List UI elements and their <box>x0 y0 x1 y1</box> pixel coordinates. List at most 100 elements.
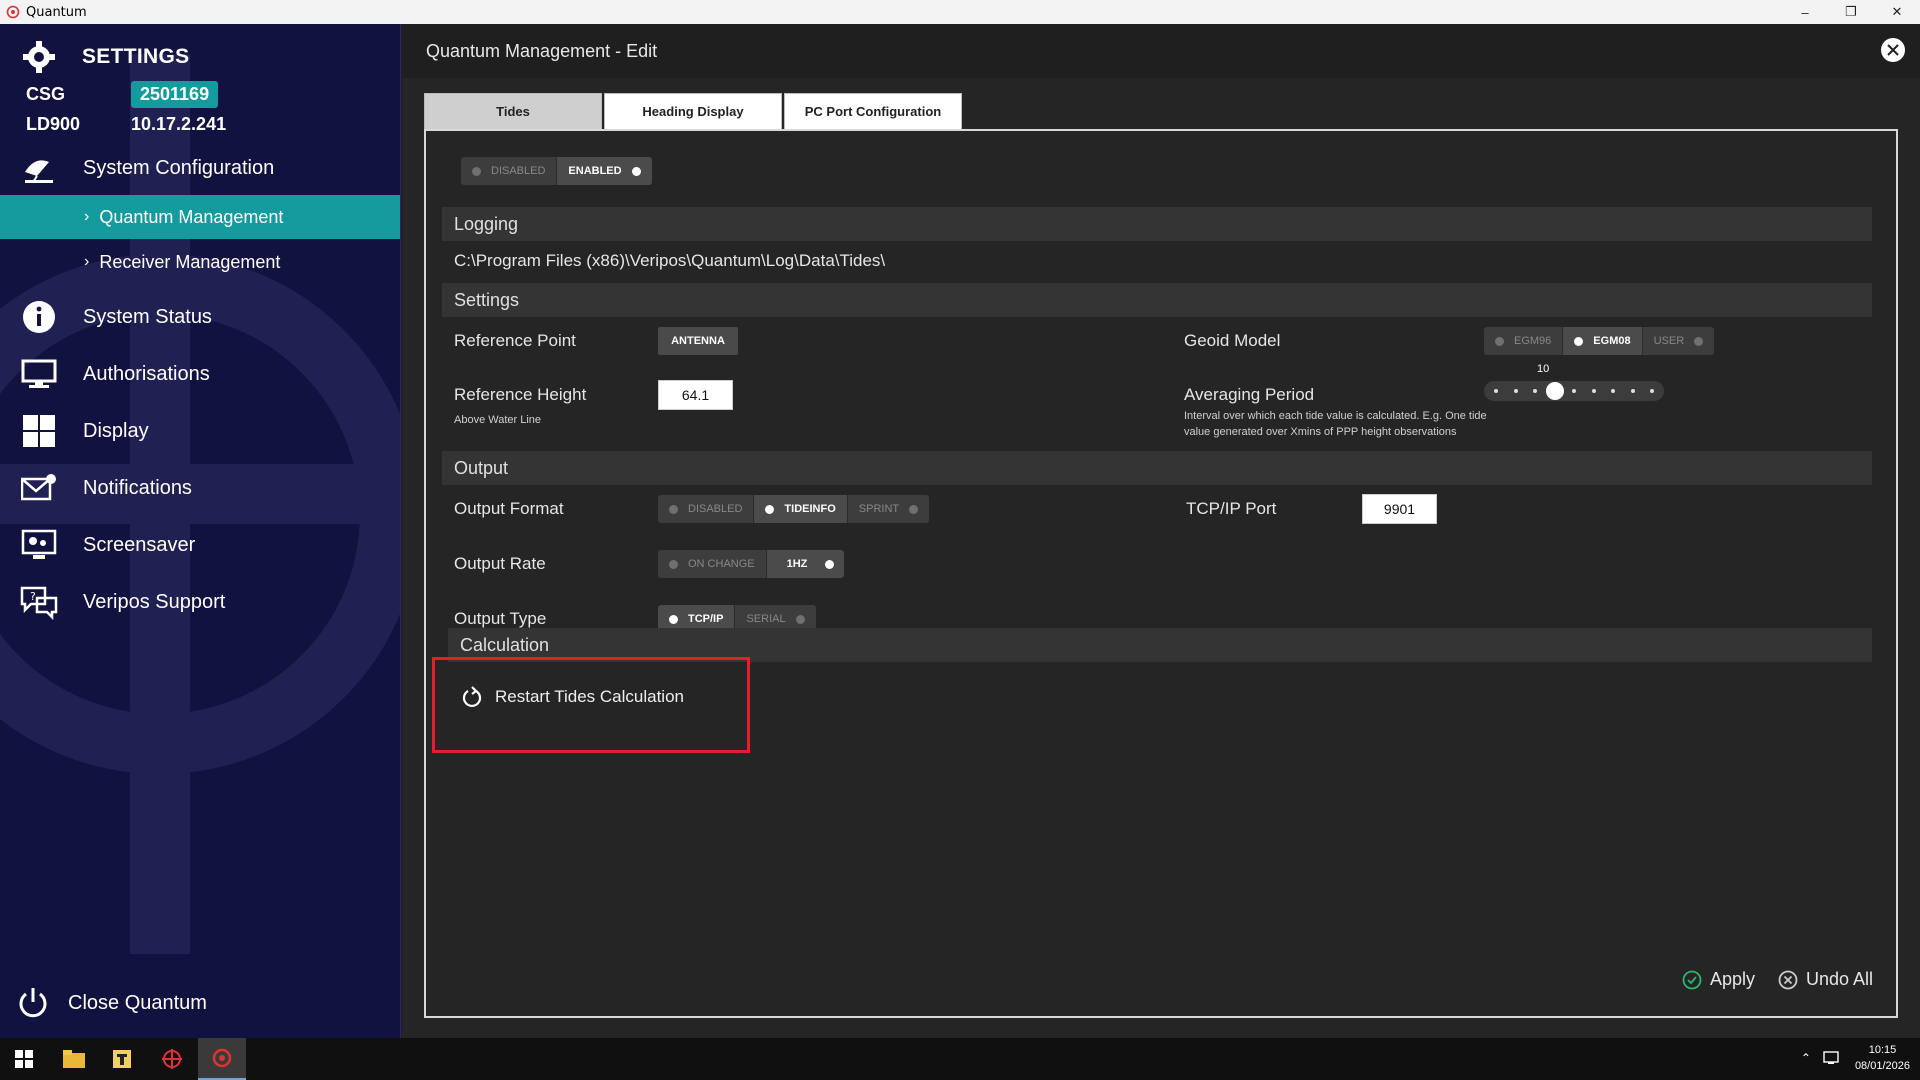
sidebar-item-veripos-support[interactable]: ? Veripos Support <box>0 579 400 625</box>
slider-step <box>1533 389 1537 393</box>
output-format-toggle[interactable]: DISABLED TIDEINFO SPRINT <box>658 495 930 523</box>
main-header: Quantum Management - Edit <box>402 24 1920 78</box>
sidebar-item-system-configuration[interactable]: System Configuration <box>0 145 400 191</box>
toggle-disabled-option[interactable]: DISABLED <box>461 157 558 185</box>
toggle-disabled-label: DISABLED <box>491 165 546 177</box>
sidebar-subitem-label: Receiver Management <box>99 251 281 272</box>
format-sprint-option[interactable]: SPRINT <box>847 495 930 523</box>
restart-tides-calculation-button[interactable]: Restart Tides Calculation <box>461 686 684 708</box>
reference-height-label: Reference Height <box>454 385 587 404</box>
format-disabled-option[interactable]: DISABLED <box>658 495 755 523</box>
sidebar-item-quantum-management[interactable]: › Quantum Management <box>0 195 400 239</box>
output-rate-label: Output Rate <box>454 554 546 573</box>
type-option-label: TCP/IP <box>688 613 724 625</box>
output-format-label: Output Format <box>454 499 564 518</box>
close-quantum-label: Close Quantum <box>68 991 207 1014</box>
windows-start-icon[interactable] <box>0 1038 48 1080</box>
radio-dot <box>631 166 641 176</box>
sidebar-item-display[interactable]: Display <box>0 408 400 454</box>
window-close-button[interactable]: ✕ <box>1874 0 1920 24</box>
rate-1hz-option[interactable]: 1HZ <box>766 550 845 578</box>
apply-label: Apply <box>1710 969 1756 989</box>
window-titlebar: Quantum – ❐ ✕ <box>0 0 1920 24</box>
averaging-period-slider[interactable] <box>1484 381 1664 401</box>
radio-dot <box>669 614 678 624</box>
radio-dot <box>472 166 481 176</box>
reference-height-input[interactable]: 64.1 <box>658 380 733 410</box>
reference-point-button[interactable]: ANTENNA <box>658 327 738 355</box>
windows-grid-icon <box>19 411 59 451</box>
sidebar-item-screensaver[interactable]: Screensaver <box>0 522 400 568</box>
format-tideinfo-option[interactable]: TIDEINFO <box>754 495 848 523</box>
calculation-section-title: Calculation <box>460 634 550 655</box>
cancel-circle-icon <box>1778 970 1798 989</box>
toggle-enabled-option[interactable]: ENABLED <box>557 157 652 185</box>
network-icon[interactable] <box>1823 1050 1841 1066</box>
tcp-ip-port-input[interactable]: 9901 <box>1362 494 1437 524</box>
tab-tides[interactable]: Tides <box>424 93 602 129</box>
clock-time: 10:15 <box>1868 1044 1897 1056</box>
sidebar-item-system-status[interactable]: System Status <box>0 294 400 340</box>
gear-icon <box>23 41 55 73</box>
sidebar-item-receiver-management[interactable]: › Receiver Management <box>0 240 400 284</box>
averaging-period-value: 10 <box>1537 363 1550 375</box>
restore-button[interactable]: ❐ <box>1828 0 1874 24</box>
radio-dot <box>909 504 919 514</box>
envelope-icon <box>19 468 59 508</box>
slider-thumb[interactable] <box>1545 382 1564 400</box>
ld-label: LD900 <box>26 114 81 134</box>
rate-option-label: 1HZ <box>786 558 808 570</box>
tcp-ip-port-label: TCP/IP Port <box>1186 499 1277 518</box>
quantum-app-icon <box>6 5 20 19</box>
output-rate-toggle[interactable]: ON CHANGE 1HZ <box>658 550 845 578</box>
tab-pc-port-configuration[interactable]: PC Port Configuration <box>784 93 962 129</box>
system-tray: ⌃ 10:15 08/01/2026 <box>1801 1042 1910 1074</box>
apply-button[interactable]: Apply <box>1682 969 1755 990</box>
support-chat-icon: ? <box>19 582 59 622</box>
taskbar: ⌃ 10:15 08/01/2026 <box>0 1038 1920 1080</box>
sidebar-item-label: System Status <box>83 305 212 328</box>
geoid-model-toggle[interactable]: EGM96 EGM08 USER <box>1484 327 1715 355</box>
rate-on-change-option[interactable]: ON CHANGE <box>658 550 767 578</box>
geoid-user-option[interactable]: USER <box>1642 327 1715 355</box>
sidebar-item-label: System Configuration <box>83 156 275 179</box>
averaging-period-help: Interval over which each tide value is c… <box>1184 410 1487 438</box>
settings-header: SETTINGS <box>22 40 189 74</box>
settings-title: SETTINGS <box>82 45 190 68</box>
restart-highlight-box: Restart Tides Calculation <box>432 657 750 753</box>
page-title: Quantum Management - Edit <box>426 40 658 61</box>
tides-enable-toggle[interactable]: DISABLED ENABLED <box>461 157 652 185</box>
ld-ip: 10.17.2.241 <box>131 114 227 134</box>
minimize-button[interactable]: – <box>1782 0 1828 24</box>
close-icon[interactable] <box>1880 37 1906 63</box>
toggle-enabled-label: ENABLED <box>568 165 622 177</box>
window-title: Quantum <box>26 4 87 20</box>
tab-bar: Tides Heading Display PC Port Configurat… <box>424 93 964 129</box>
satellite-dish-icon <box>19 148 59 188</box>
sidebar-item-authorisations[interactable]: Authorisations <box>0 351 400 397</box>
geoid-option-label: EGM08 <box>1593 335 1631 347</box>
quantum-taskbar-icon[interactable] <box>198 1038 246 1080</box>
close-quantum-button[interactable]: Close Quantum <box>16 986 207 1020</box>
radio-dot <box>1574 336 1584 346</box>
app-launcher-icon[interactable] <box>98 1038 146 1080</box>
screensaver-icon <box>19 525 59 565</box>
main-panel: Quantum Management - Edit Tides Heading … <box>402 24 1920 1038</box>
file-explorer-icon[interactable] <box>50 1038 98 1080</box>
taskbar-clock[interactable]: 10:15 08/01/2026 <box>1855 1042 1910 1074</box>
undo-all-button[interactable]: Undo All <box>1778 969 1873 990</box>
radio-dot <box>825 559 835 569</box>
tab-heading-display[interactable]: Heading Display <box>604 93 782 129</box>
output-section-header: Output <box>442 451 1872 485</box>
geoid-option-label: EGM96 <box>1514 335 1552 347</box>
chevron-right-icon: › <box>84 208 90 225</box>
sidebar-item-label: Veripos Support <box>83 590 226 613</box>
veripos-icon[interactable] <box>148 1038 196 1080</box>
geoid-egm96-option[interactable]: EGM96 <box>1484 327 1564 355</box>
restart-icon <box>462 686 482 708</box>
chevron-up-icon[interactable]: ⌃ <box>1801 1051 1811 1065</box>
geoid-egm08-option[interactable]: EGM08 <box>1563 327 1643 355</box>
format-option-label: TIDEINFO <box>784 503 836 515</box>
sidebar-item-notifications[interactable]: Notifications <box>0 465 400 511</box>
slider-step <box>1572 389 1576 393</box>
